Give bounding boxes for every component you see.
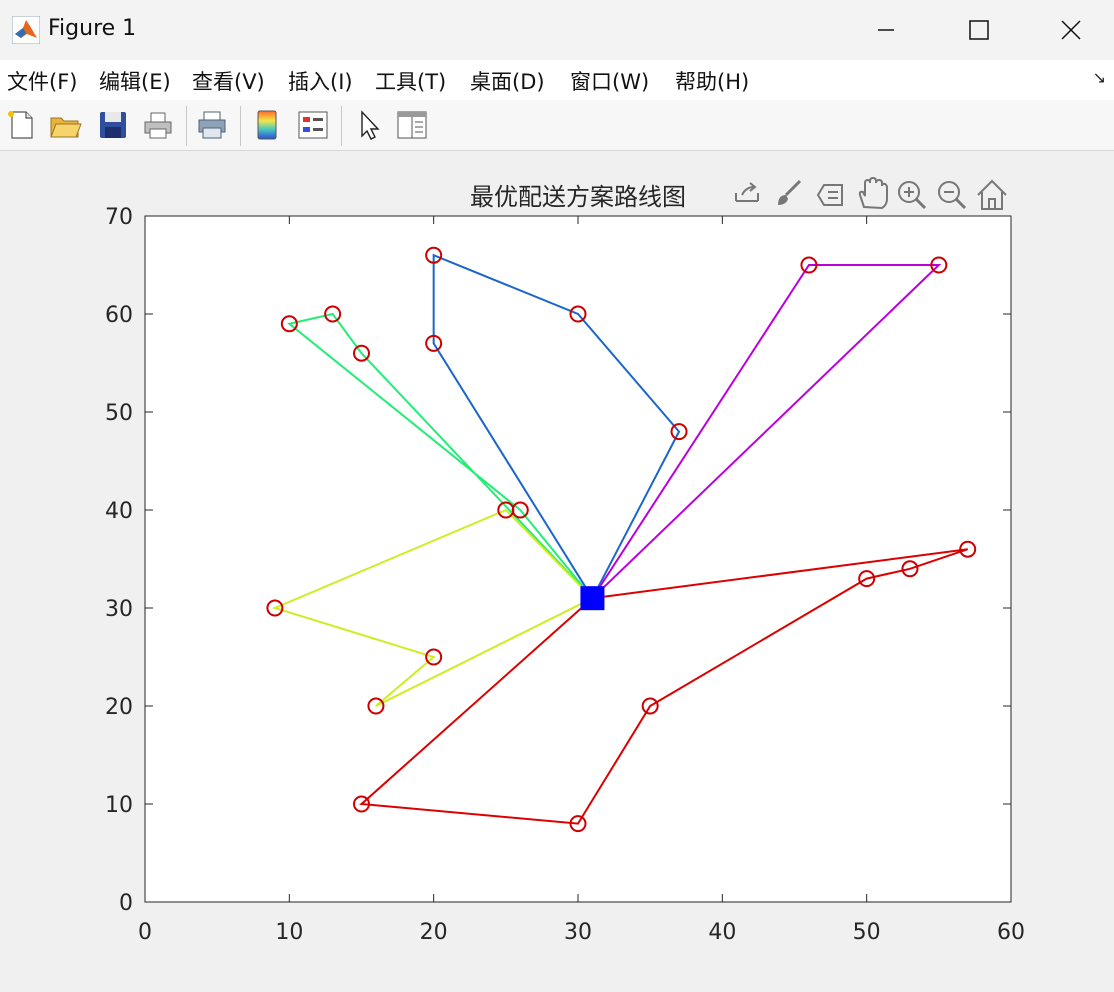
menu-desktop[interactable]: 桌面(D) xyxy=(470,66,545,96)
window-title: Figure 1 xyxy=(48,16,137,41)
toolbar-separator xyxy=(240,106,241,146)
axes-toolbar xyxy=(735,176,1007,210)
x-tick-label: 20 xyxy=(420,920,448,945)
y-tick-label: 0 xyxy=(119,891,133,916)
menu-tools[interactable]: 工具(T) xyxy=(375,66,446,96)
window-title-bar: Figure 1 xyxy=(0,0,1114,60)
y-tick-label: 40 xyxy=(105,499,133,524)
y-tick-label: 70 xyxy=(105,205,133,230)
export-icon[interactable] xyxy=(735,182,759,202)
new-figure-icon[interactable] xyxy=(4,108,38,142)
x-tick-label: 0 xyxy=(138,920,152,945)
chart-title: 最优配送方案路线图 xyxy=(470,183,686,211)
menu-view[interactable]: 查看(V) xyxy=(192,66,265,96)
menu-edit[interactable]: 编辑(E) xyxy=(99,66,171,96)
zoom-out-icon[interactable] xyxy=(938,181,967,210)
figure-toolbar xyxy=(0,100,1114,151)
x-tick-label: 60 xyxy=(997,920,1025,945)
zoom-in-icon[interactable] xyxy=(898,181,927,210)
axes-box xyxy=(144,215,1012,903)
x-tick-label: 30 xyxy=(564,920,592,945)
data-tips-icon[interactable] xyxy=(816,184,843,206)
insert-colorbar-icon[interactable] xyxy=(250,108,284,142)
y-tick-label: 10 xyxy=(105,793,133,818)
save-icon[interactable] xyxy=(96,108,130,142)
edit-plot-arrow-icon[interactable] xyxy=(352,108,386,142)
axes-background xyxy=(144,215,1012,903)
menu-insert[interactable]: 插入(I) xyxy=(288,66,353,96)
depot-marker xyxy=(580,586,605,611)
figure-canvas: 0 10 20 30 40 50 60 0 10 20 30 40 50 60 70 最优配送方案路线图 xyxy=(105,176,1025,945)
brush-icon[interactable] xyxy=(778,179,802,205)
close-button[interactable] xyxy=(1024,0,1114,60)
menu-window[interactable]: 窗口(W) xyxy=(570,66,649,96)
minimize-button[interactable] xyxy=(840,0,932,60)
y-tick-label: 20 xyxy=(105,695,133,720)
x-tick-label: 50 xyxy=(853,920,881,945)
maximize-button[interactable] xyxy=(932,0,1024,60)
y-tick-label: 30 xyxy=(105,597,133,622)
menu-help[interactable]: 帮助(H) xyxy=(675,66,749,96)
open-file-icon[interactable] xyxy=(48,108,82,142)
pan-hand-icon[interactable] xyxy=(858,176,888,210)
matlab-logo-icon xyxy=(12,16,40,44)
toolbar-separator xyxy=(341,106,342,146)
property-inspector-icon[interactable] xyxy=(395,108,429,142)
x-tick-label: 40 xyxy=(708,920,736,945)
dock-arrow-icon[interactable]: ↘ xyxy=(1093,68,1106,87)
y-tick-label: 50 xyxy=(105,401,133,426)
toolbar-separator xyxy=(186,106,187,146)
x-tick-label: 10 xyxy=(275,920,303,945)
home-restore-view-icon[interactable] xyxy=(977,179,1007,210)
menu-file[interactable]: 文件(F) xyxy=(7,66,77,96)
menu-bar: 文件(F) 编辑(E) 查看(V) 插入(I) 工具(T) 桌面(D) 窗口(W… xyxy=(0,60,1114,100)
y-tick-label: 60 xyxy=(105,303,133,328)
insert-legend-icon[interactable] xyxy=(296,108,330,142)
print-icon[interactable] xyxy=(141,108,175,142)
print-preview-icon[interactable] xyxy=(195,108,229,142)
